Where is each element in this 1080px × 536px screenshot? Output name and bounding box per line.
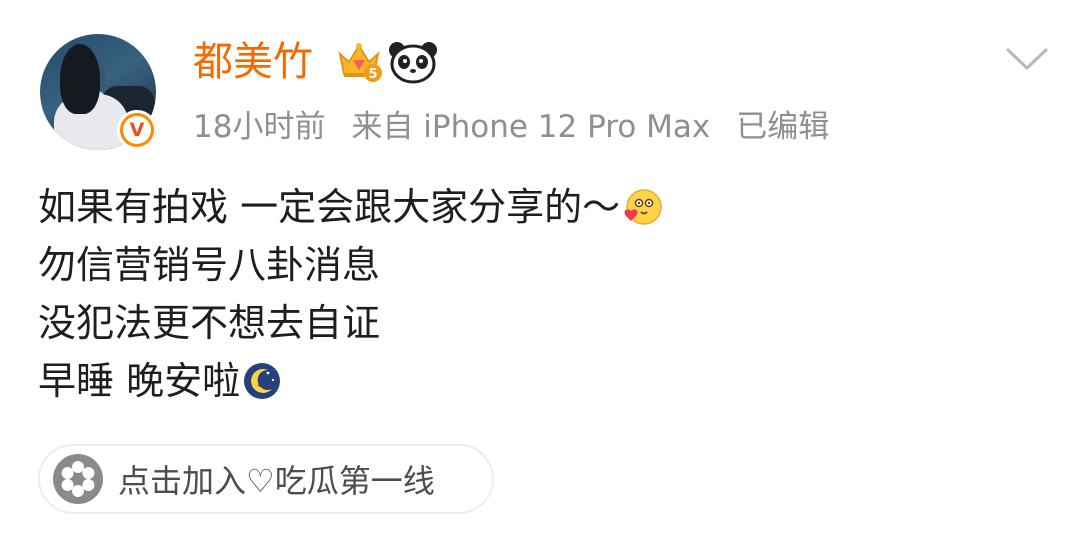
username[interactable]: 都美竹 xyxy=(193,38,313,86)
verified-badge-icon: V xyxy=(117,110,157,150)
post-content: 如果有拍戏 一定会跟大家分享的～ 勿信营销号八卦消息 没犯法更不想去自证 早睡 … xyxy=(38,178,662,410)
post-time: 18小时前 xyxy=(193,109,326,145)
content-line-text: 勿信营销号八卦消息 xyxy=(38,243,381,287)
topic-label: 点击加入♡吃瓜第一线 xyxy=(118,462,435,500)
content-line-text: 没犯法更不想去自证 xyxy=(38,301,381,345)
content-line: 如果有拍戏 一定会跟大家分享的～ xyxy=(38,178,662,236)
blushing-heart-emoji-icon xyxy=(624,189,662,225)
vip-crown-icon[interactable]: 5 xyxy=(336,40,382,82)
content-line: 早睡 晚安啦 xyxy=(38,352,662,410)
post-edited-label[interactable]: 已编辑 xyxy=(736,109,829,145)
post-source[interactable]: 来自 iPhone 12 Pro Max xyxy=(351,109,710,145)
group-fan-icon xyxy=(53,454,103,504)
content-line-text: 早睡 晚安啦 xyxy=(38,359,241,403)
content-line: 勿信营销号八卦消息 xyxy=(38,236,662,294)
topic-chip[interactable]: 点击加入♡吃瓜第一线 xyxy=(38,444,494,514)
content-line-text: 如果有拍戏 一定会跟大家分享的～ xyxy=(38,185,621,229)
content-line: 没犯法更不想去自证 xyxy=(38,294,662,352)
moon-night-emoji-icon xyxy=(244,363,281,399)
chevron-down-icon[interactable] xyxy=(1004,44,1050,74)
post-meta: 18小时前 来自 iPhone 12 Pro Max 已编辑 xyxy=(193,106,855,148)
panda-icon xyxy=(389,42,437,84)
vip-level-text: 5 xyxy=(368,67,377,82)
